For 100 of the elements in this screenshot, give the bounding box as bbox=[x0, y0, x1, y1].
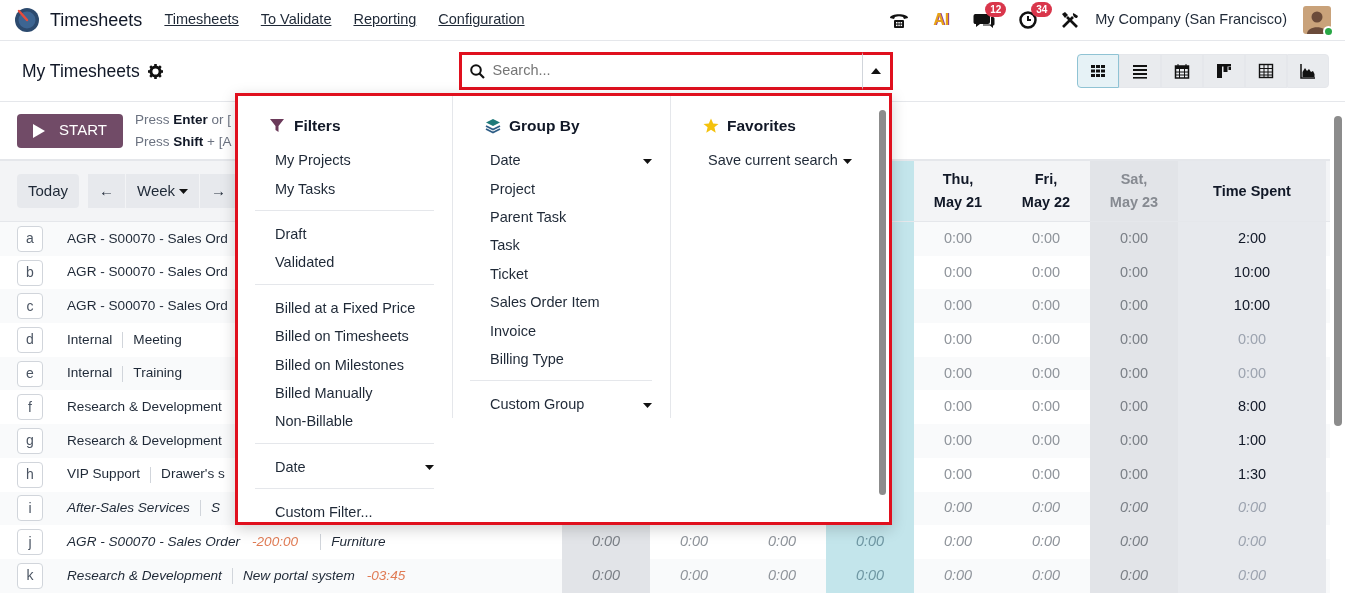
ai-button[interactable]: AI bbox=[933, 8, 950, 32]
hours-cell[interactable]: 0:00 bbox=[914, 390, 1002, 425]
phone-icon[interactable] bbox=[889, 11, 910, 29]
row-label: Internal bbox=[67, 330, 113, 349]
hours-cell[interactable]: 0:00 bbox=[650, 525, 738, 559]
search-field[interactable]: Search... bbox=[458, 52, 862, 90]
menu-option[interactable]: Save current search bbox=[671, 147, 864, 176]
hours-cell[interactable]: 0:00 bbox=[914, 424, 1002, 458]
menu-item[interactable]: Configuration bbox=[438, 9, 525, 31]
view-kanban-button[interactable] bbox=[1203, 54, 1245, 88]
hours-cell[interactable]: 0:00 bbox=[826, 558, 914, 593]
hours-cell[interactable]: 0:00 bbox=[738, 525, 826, 559]
menu-item[interactable]: Timesheets bbox=[164, 9, 239, 31]
view-pivot-button[interactable] bbox=[1245, 54, 1287, 88]
section-title: Group By bbox=[509, 116, 580, 137]
menu-option[interactable]: Date bbox=[238, 453, 446, 482]
scrollbar-thumb[interactable] bbox=[1334, 116, 1342, 426]
hours-cell[interactable]: 0:00 bbox=[1002, 558, 1090, 593]
hours-cell[interactable]: 0:00 bbox=[738, 558, 826, 593]
hours-cell[interactable]: 0:00 bbox=[1002, 424, 1090, 458]
menu-option[interactable]: Ticket bbox=[453, 260, 664, 289]
menu-option[interactable]: Billed on Milestones bbox=[238, 351, 446, 380]
start-button[interactable]: START bbox=[17, 113, 123, 148]
shortcut-key: d bbox=[17, 326, 43, 353]
menu-option[interactable]: My Projects bbox=[238, 147, 446, 176]
menu-option[interactable]: My Tasks bbox=[238, 175, 446, 204]
hours-cell[interactable]: 0:00 bbox=[914, 222, 1002, 256]
hours-cell[interactable]: 0:00 bbox=[1002, 356, 1090, 391]
menu-option[interactable]: Draft bbox=[238, 220, 446, 250]
hours-cell[interactable]: 0:00 bbox=[1090, 390, 1178, 425]
hours-cell[interactable]: 0:00 bbox=[914, 491, 1002, 526]
menu-option[interactable]: Custom Group bbox=[453, 391, 664, 420]
menu-option[interactable]: Validated bbox=[238, 249, 446, 278]
gear-icon[interactable] bbox=[147, 63, 163, 79]
hours-cell[interactable]: 0:00 bbox=[562, 558, 650, 593]
hours-cell[interactable]: 0:00 bbox=[1090, 491, 1178, 526]
hours-cell[interactable]: 0:00 bbox=[1002, 222, 1090, 256]
app-name[interactable]: Timesheets bbox=[50, 6, 143, 34]
row-label: Training bbox=[133, 364, 182, 383]
hours-cell[interactable]: 0:00 bbox=[1002, 390, 1090, 425]
today-button[interactable]: Today bbox=[17, 174, 80, 208]
menu-option[interactable]: Project bbox=[453, 175, 664, 204]
menu-option[interactable]: Custom Filter... bbox=[238, 498, 446, 528]
hours-cell[interactable]: 0:00 bbox=[1002, 457, 1090, 492]
hours-cell[interactable]: 0:00 bbox=[914, 255, 1002, 290]
hours-cell[interactable]: 0:00 bbox=[914, 558, 1002, 593]
range-dropdown-button[interactable]: Week bbox=[125, 174, 200, 208]
hours-cell[interactable]: 0:00 bbox=[1090, 289, 1178, 324]
menu-option[interactable]: Sales Order Item bbox=[453, 288, 664, 318]
hours-cell[interactable]: 0:00 bbox=[1090, 558, 1178, 593]
view-list-button[interactable] bbox=[1119, 54, 1161, 88]
hours-cell[interactable]: 0:00 bbox=[826, 525, 914, 559]
tools-icon[interactable] bbox=[1061, 11, 1080, 29]
menu-option[interactable]: Date bbox=[453, 147, 664, 176]
hours-cell[interactable]: 0:00 bbox=[1002, 289, 1090, 324]
view-graph-button[interactable] bbox=[1287, 54, 1329, 88]
avatar-icon[interactable] bbox=[1303, 6, 1331, 34]
shortcut-key: c bbox=[17, 293, 43, 320]
gauge-logo-icon bbox=[14, 7, 40, 33]
previous-button[interactable]: ← bbox=[87, 174, 126, 208]
menu-option[interactable]: Billed Manually bbox=[238, 379, 446, 409]
hours-cell[interactable]: 0:00 bbox=[1090, 457, 1178, 492]
hours-cell[interactable]: 0:00 bbox=[1002, 255, 1090, 290]
menu-option[interactable]: Task bbox=[453, 232, 664, 261]
hours-cell[interactable]: 0:00 bbox=[1002, 491, 1090, 526]
notification-badge: 12 bbox=[985, 2, 1007, 17]
hours-cell[interactable]: 0:00 bbox=[1090, 424, 1178, 458]
next-button[interactable]: → bbox=[199, 174, 238, 208]
clock-icon[interactable] bbox=[1019, 11, 1038, 29]
row-label: Internal bbox=[67, 364, 113, 383]
row-label: S bbox=[210, 499, 220, 518]
chat-icon[interactable] bbox=[973, 11, 996, 29]
view-grid-button[interactable] bbox=[1077, 54, 1119, 88]
hours-cell[interactable]: 0:00 bbox=[914, 289, 1002, 324]
hours-cell[interactable]: 0:00 bbox=[914, 323, 1002, 357]
search-toggle-button[interactable] bbox=[861, 52, 893, 90]
menu-option[interactable]: Non-Billable bbox=[238, 408, 446, 437]
hours-cell[interactable]: 0:00 bbox=[1090, 525, 1178, 559]
hours-cell[interactable]: 0:00 bbox=[1090, 222, 1178, 256]
menu-option[interactable]: Invoice bbox=[453, 317, 664, 346]
hours-cell[interactable]: 0:00 bbox=[914, 457, 1002, 492]
view-calendar-button[interactable] bbox=[1161, 54, 1203, 88]
menu-item[interactable]: Reporting bbox=[353, 9, 417, 31]
hours-cell[interactable]: 0:00 bbox=[1002, 323, 1090, 357]
hours-cell[interactable]: 0:00 bbox=[1002, 525, 1090, 559]
menu-option[interactable]: Billing Type bbox=[453, 345, 664, 375]
hours-cell[interactable]: 0:00 bbox=[562, 525, 650, 559]
hours-cell[interactable]: 0:00 bbox=[1090, 323, 1178, 357]
company-switcher[interactable]: My Company (San Francisco) bbox=[1095, 9, 1287, 31]
hours-cell[interactable]: 0:00 bbox=[1090, 255, 1178, 290]
hours-cell[interactable]: 0:00 bbox=[914, 525, 1002, 559]
hours-cell[interactable]: 0:00 bbox=[650, 558, 738, 593]
hours-cell[interactable]: 0:00 bbox=[914, 356, 1002, 391]
menu-item[interactable]: To Validate bbox=[260, 9, 332, 31]
graph-view-icon bbox=[1300, 63, 1316, 79]
shortcut-key: g bbox=[17, 427, 43, 454]
menu-option[interactable]: Billed on Timesheets bbox=[238, 322, 446, 352]
menu-option[interactable]: Parent Task bbox=[453, 203, 664, 233]
hours-cell[interactable]: 0:00 bbox=[1090, 356, 1178, 391]
menu-option[interactable]: Billed at a Fixed Price bbox=[238, 294, 446, 323]
